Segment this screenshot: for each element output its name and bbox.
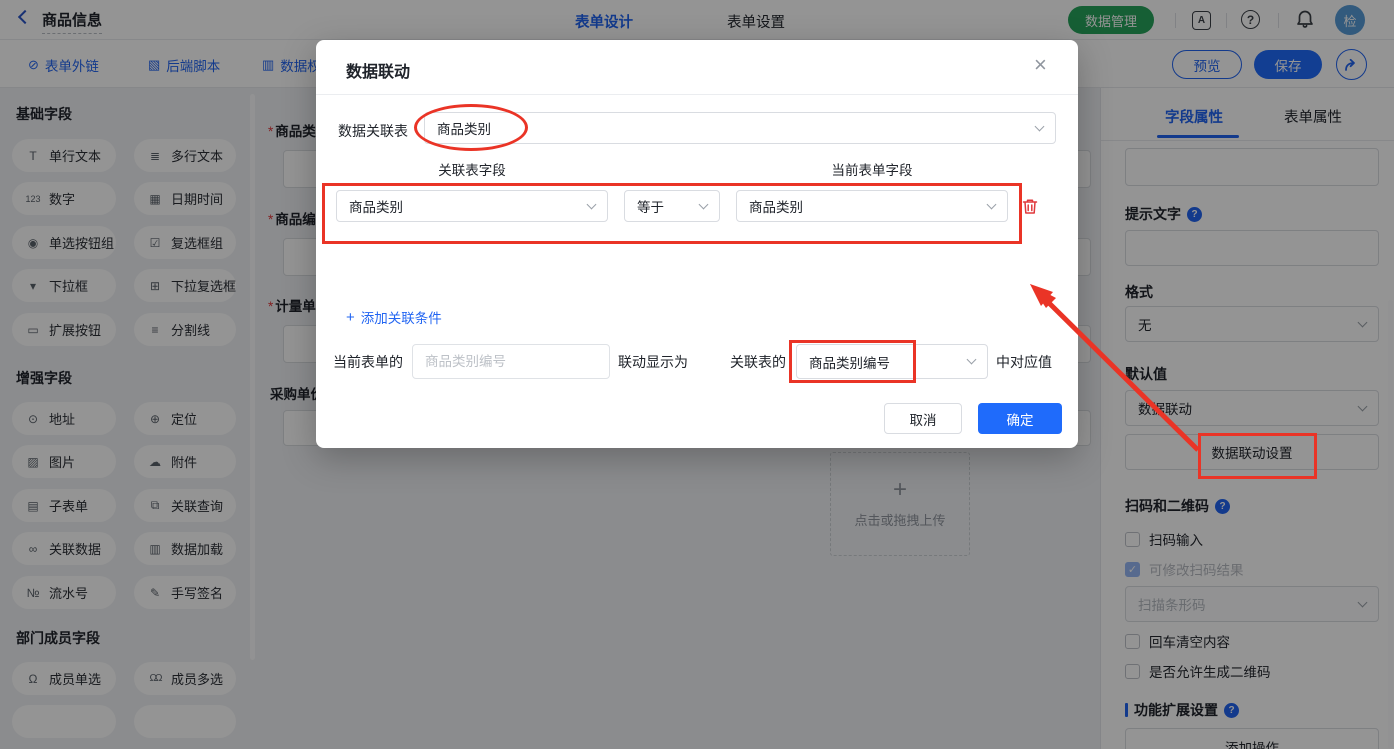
related-table-field-select[interactable]: 商品类别 [336, 190, 608, 222]
link-table-select[interactable]: 商品类别 [424, 112, 1056, 144]
display-as-label: 联动显示为 [618, 354, 688, 370]
confirm-button[interactable]: 确定 [978, 403, 1062, 434]
display-field-value: 商品类别编号 [809, 355, 890, 371]
chevron-down-icon [698, 199, 709, 209]
current-form-prefix-label: 当前表单的 [333, 354, 403, 370]
current-form-field-select[interactable]: 商品类别 [736, 190, 1008, 222]
related-table-prefix-label: 关联表的 [730, 354, 786, 370]
column-header-related-field: 关联表字段 [438, 163, 506, 178]
current-field-input[interactable] [412, 344, 610, 379]
data-linkage-modal: 数据联动 × 数据关联表 商品类别 关联表字段 当前表单字段 商品类别 等于 商… [316, 40, 1078, 448]
chevron-down-icon [986, 199, 997, 209]
add-condition-label: 添加关联条件 [360, 311, 442, 326]
link-table-label: 数据关联表 [338, 123, 408, 139]
chevron-down-icon [586, 199, 597, 209]
chevron-down-icon [966, 354, 977, 365]
plus-icon: + [346, 308, 355, 326]
close-icon[interactable]: × [1034, 54, 1047, 76]
related-field-value: 商品类别 [349, 200, 403, 215]
corresponding-value-label: 中对应值 [996, 354, 1052, 370]
column-header-current-field: 当前表单字段 [831, 163, 913, 178]
form-designer-page: 商品信息 表单设计 表单设置 数据管理 A ? 检 ⊘ 表单外链 ▧ 后端脚本 … [0, 0, 1394, 749]
chevron-down-icon [1034, 121, 1045, 131]
divider [316, 94, 1078, 95]
display-field-select[interactable]: 商品类别编号 [796, 344, 988, 379]
current-field-value: 商品类别 [749, 200, 803, 215]
link-table-value: 商品类别 [437, 122, 491, 137]
operator-select[interactable]: 等于 [624, 190, 720, 222]
delete-condition-trash-icon[interactable] [1022, 198, 1038, 220]
add-condition-link[interactable]: + 添加关联条件 [346, 307, 442, 327]
modal-title: 数据联动 [346, 64, 411, 81]
operator-value: 等于 [637, 200, 664, 215]
cancel-button[interactable]: 取消 [884, 403, 962, 434]
